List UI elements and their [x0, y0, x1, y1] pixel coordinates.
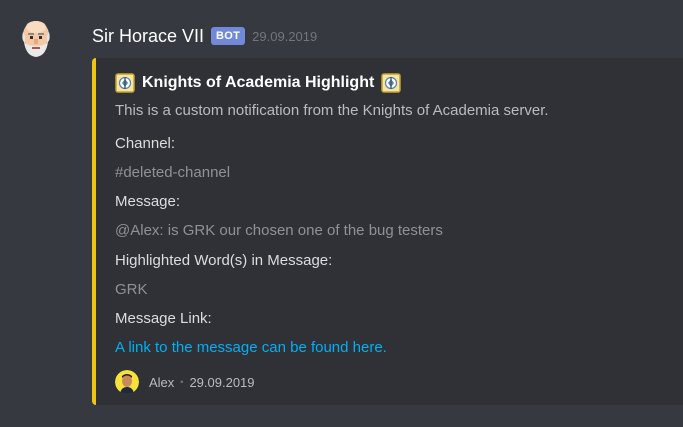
field-name-channel: Channel:: [115, 135, 176, 152]
academia-emblem-icon: [381, 73, 402, 93]
message-link[interactable]: A link to the message can be found here.: [115, 339, 387, 356]
footer-separator: •: [180, 377, 184, 387]
bearded-old-man-avatar-icon: [16, 18, 56, 58]
field-value-highlighted-words: GRK: [115, 281, 148, 298]
author-name[interactable]: Sir Horace VII: [92, 26, 204, 47]
embed-footer: Alex • 29.09.2019: [115, 370, 255, 394]
embed-description: This is a custom notification from the K…: [115, 102, 549, 119]
footer-timestamp: 29.09.2019: [189, 374, 255, 390]
author-avatar[interactable]: [16, 18, 56, 58]
field-name-message: Message:: [115, 193, 181, 210]
field-value-message: @Alex: is GRK our chosen one of the bug …: [115, 222, 443, 239]
footer-author: Alex: [149, 374, 175, 390]
embed-card: Knights of Academia Highlight This is a …: [92, 58, 683, 405]
bot-badge: BOT: [211, 27, 246, 45]
message-header: Sir Horace VII BOT 29.09.2019: [92, 24, 317, 48]
embed-title-text: Knights of Academia Highlight: [142, 74, 375, 91]
chat-message: Sir Horace VII BOT 29.09.2019 Knights of…: [0, 0, 683, 427]
message-timestamp: 29.09.2019: [252, 28, 318, 44]
academia-emblem-icon: [115, 73, 135, 93]
embed-title: Knights of Academia Highlight: [115, 73, 402, 93]
footer-avatar: [115, 370, 139, 394]
alex-avatar-icon: [115, 370, 139, 394]
field-value-channel[interactable]: #deleted-channel: [115, 164, 230, 181]
field-name-message-link: Message Link:: [115, 310, 212, 327]
field-name-highlighted-words: Highlighted Word(s) in Message:: [115, 252, 333, 269]
